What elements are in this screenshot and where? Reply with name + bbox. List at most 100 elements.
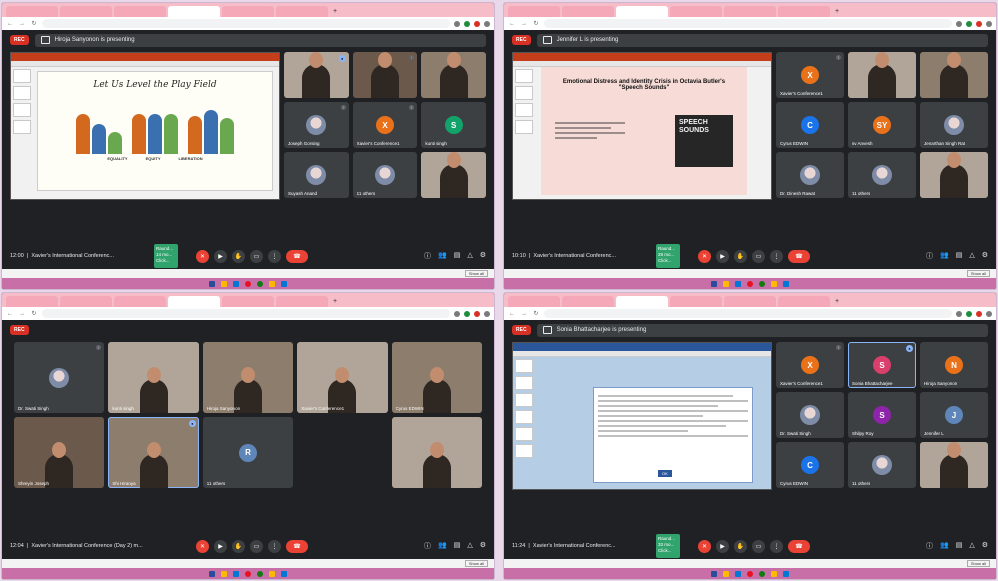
activities-icon[interactable]: △ [467, 541, 472, 551]
more-options-icon[interactable]: ⋮ [836, 55, 841, 60]
people-icon[interactable]: 👥 [438, 541, 447, 551]
self-view-tile[interactable] [920, 442, 988, 488]
chat-icon[interactable]: ▤ [454, 251, 461, 261]
file-explorer-icon[interactable] [723, 280, 729, 287]
app-icon[interactable] [783, 280, 789, 287]
windows-start-icon[interactable] [711, 280, 717, 287]
participant-tile[interactable]: Jenarthan Singh Rat [920, 102, 988, 148]
windows-start-icon[interactable] [209, 570, 215, 577]
browser-tab[interactable] [670, 6, 722, 17]
forward-icon[interactable]: → [18, 311, 26, 317]
mic-off-icon[interactable]: ✕ [698, 249, 711, 263]
others-tile[interactable]: 11 others [848, 152, 916, 198]
more-options-icon[interactable]: ⋮ [770, 539, 783, 553]
browser-tab[interactable] [562, 296, 614, 307]
participant-tile[interactable]: Dr. Dinesh Rawat [776, 152, 844, 198]
more-options-icon[interactable]: ⋮ [268, 539, 281, 553]
url-field[interactable] [544, 19, 952, 28]
lock-icon[interactable]: ⚙ [982, 251, 988, 261]
browser-tab[interactable] [562, 6, 614, 17]
participant-tile[interactable]: ● [284, 52, 349, 98]
self-view-tile[interactable] [920, 152, 988, 198]
pin-icon[interactable]: ● [906, 345, 913, 352]
participant-tile[interactable]: Joseph Gorsing ⋮ [284, 102, 349, 148]
participant-tile[interactable]: Cyrus EDWIN [391, 342, 482, 413]
app-icon[interactable] [281, 280, 287, 287]
others-tile[interactable]: R 11 others [202, 417, 294, 488]
participant-tile[interactable] [848, 52, 916, 98]
windows-start-icon[interactable] [209, 280, 215, 287]
more-options-icon[interactable]: ⋮ [268, 249, 281, 263]
self-view-tile[interactable] [421, 152, 486, 198]
dialog-ok-button[interactable]: OK [658, 470, 672, 477]
extension-icon[interactable] [454, 20, 460, 27]
browser-tab-active[interactable] [616, 296, 668, 307]
mic-off-icon[interactable]: ✕ [698, 539, 711, 553]
participant-tile[interactable]: S kunti singh [421, 102, 486, 148]
reload-icon[interactable]: ↻ [30, 310, 38, 317]
extension-icon[interactable] [474, 20, 480, 27]
leave-call-icon[interactable]: ☎ [788, 539, 810, 553]
activities-icon[interactable]: △ [969, 251, 974, 261]
browser-tab[interactable] [508, 6, 560, 17]
participant-tile[interactable]: kunti singh [108, 342, 199, 413]
new-tab-icon[interactable]: + [330, 6, 340, 17]
app-icon[interactable] [281, 570, 287, 577]
browser-tab[interactable] [222, 6, 274, 17]
participant-tile[interactable]: X Xavier's Conference1 ⋮ [352, 102, 418, 148]
url-field[interactable] [544, 309, 952, 318]
file-explorer-icon[interactable] [723, 570, 729, 577]
notification-toast[interactable]: Raund... 33 mo... Click... [656, 534, 680, 558]
browser-tab[interactable] [60, 296, 112, 307]
chrome-icon[interactable] [245, 280, 251, 287]
reload-icon[interactable]: ↻ [30, 20, 38, 27]
extension-icon[interactable] [956, 310, 962, 317]
forward-icon[interactable]: → [520, 21, 528, 27]
raise-hand-icon[interactable]: ✋ [232, 539, 245, 553]
browser-tab[interactable] [778, 6, 830, 17]
activities-icon[interactable]: △ [969, 541, 974, 551]
extension-icon[interactable] [976, 310, 982, 317]
activities-icon[interactable]: △ [467, 251, 472, 261]
edge-icon[interactable] [735, 280, 741, 287]
extension-icon[interactable] [464, 20, 470, 27]
present-icon[interactable]: ▭ [752, 539, 765, 553]
chrome-icon[interactable] [245, 570, 251, 577]
new-tab-icon[interactable]: + [832, 296, 842, 307]
profile-avatar[interactable] [484, 310, 490, 317]
chat-icon[interactable]: ▤ [454, 541, 461, 551]
raise-hand-icon[interactable]: ✋ [734, 539, 747, 553]
url-field[interactable] [42, 19, 450, 28]
new-tab-icon[interactable]: + [330, 296, 340, 307]
show-all-button[interactable]: Show all [966, 560, 990, 567]
windows-start-icon[interactable] [711, 570, 717, 577]
participant-tile[interactable]: S ● Sonia Bhattacharjee [848, 342, 916, 388]
participant-tile[interactable]: Dr. Swati Singh ⋮ [14, 342, 105, 413]
browser-tab[interactable] [670, 296, 722, 307]
browser-tab[interactable] [724, 296, 776, 307]
info-icon[interactable]: ⓘ [926, 541, 933, 551]
chat-icon[interactable]: ▤ [956, 541, 963, 551]
participant-tile[interactable]: Shreyin Joseph [14, 417, 105, 488]
file-explorer-icon[interactable] [221, 570, 227, 577]
leave-call-icon[interactable]: ☎ [788, 249, 810, 263]
participant-tile[interactable]: SY sv Anvesh [848, 102, 916, 148]
profile-avatar[interactable] [986, 20, 992, 27]
browser-tab[interactable] [114, 6, 166, 17]
mic-off-icon[interactable]: ✕ [196, 249, 209, 263]
browser-tab[interactable] [6, 6, 58, 17]
pin-icon[interactable]: ● [338, 55, 346, 62]
more-options-icon[interactable]: ⋮ [409, 105, 415, 110]
extension-icon[interactable] [976, 20, 982, 27]
back-icon[interactable]: ← [6, 21, 14, 27]
browser-tab-active[interactable] [168, 6, 220, 17]
more-options-icon[interactable]: ⋮ [770, 249, 783, 263]
participant-tile[interactable]: X Xavier's Conference1 ⋮ [776, 342, 844, 388]
app-icon[interactable] [771, 570, 777, 577]
notification-toast[interactable]: Raund... 28 mo... Click... [656, 244, 680, 268]
back-icon[interactable]: ← [508, 311, 516, 317]
reload-icon[interactable]: ↻ [532, 20, 540, 27]
forward-icon[interactable]: → [18, 21, 26, 27]
browser-tab[interactable] [724, 6, 776, 17]
pin-icon[interactable]: ● [188, 420, 196, 427]
